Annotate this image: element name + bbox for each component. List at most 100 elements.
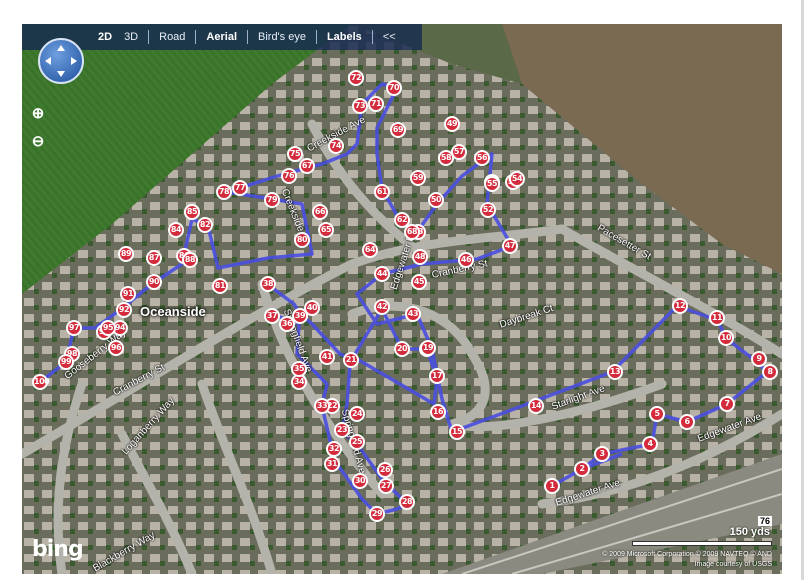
aerial-view-button[interactable]: Aerial xyxy=(200,31,243,43)
waypoint-marker[interactable]: 16 xyxy=(430,404,446,420)
waypoint-marker[interactable]: 23 xyxy=(334,422,350,438)
waypoint-marker[interactable]: 78 xyxy=(216,184,232,200)
waypoint-marker[interactable]: 40 xyxy=(304,300,320,316)
waypoint-marker[interactable]: 28 xyxy=(399,494,415,510)
waypoint-marker[interactable]: 59 xyxy=(410,170,426,186)
waypoint-marker[interactable]: 12 xyxy=(672,298,688,314)
waypoint-marker[interactable]: 29 xyxy=(369,506,385,522)
waypoint-marker[interactable]: 14 xyxy=(528,398,544,414)
waypoint-marker[interactable]: 99 xyxy=(58,354,74,370)
waypoint-marker[interactable]: 15 xyxy=(449,424,465,440)
waypoint-marker[interactable]: 50 xyxy=(428,192,444,208)
waypoint-marker[interactable]: 6 xyxy=(679,414,695,430)
collapse-toolbar-button[interactable]: << xyxy=(377,31,402,43)
waypoint-marker[interactable]: 92 xyxy=(116,302,132,318)
waypoint-marker[interactable]: 41 xyxy=(319,349,335,365)
waypoint-marker[interactable]: 90 xyxy=(146,274,162,290)
waypoint-marker[interactable]: 32 xyxy=(326,441,342,457)
scale-bar: 76 150 yds xyxy=(632,516,772,546)
waypoint-marker[interactable]: 37 xyxy=(264,308,280,324)
waypoint-marker[interactable]: 66 xyxy=(312,204,328,220)
waypoint-marker[interactable]: 79 xyxy=(264,192,280,208)
pan-control[interactable] xyxy=(38,38,84,84)
waypoint-marker[interactable]: 24 xyxy=(349,406,365,422)
waypoint-marker[interactable]: 35 xyxy=(291,361,307,377)
waypoint-marker[interactable]: 49 xyxy=(444,116,460,132)
waypoint-marker[interactable]: 13 xyxy=(607,364,623,380)
labels-toggle[interactable]: Labels xyxy=(321,31,368,43)
waypoint-marker[interactable]: 65 xyxy=(318,222,334,238)
waypoint-marker[interactable]: 81 xyxy=(212,278,228,294)
waypoint-marker[interactable]: 100 xyxy=(32,374,50,390)
waypoint-marker[interactable]: 3 xyxy=(594,446,610,462)
waypoint-marker[interactable]: 11 xyxy=(709,310,725,326)
waypoint-marker[interactable]: 38 xyxy=(260,276,276,292)
mode-2d-button[interactable]: 2D xyxy=(92,31,118,43)
waypoint-marker[interactable]: 84 xyxy=(168,222,184,238)
pan-arrows-icon xyxy=(45,45,77,77)
waypoint-marker[interactable]: 31 xyxy=(324,456,340,472)
waypoint-marker[interactable]: 61 xyxy=(374,184,390,200)
waypoint-marker[interactable]: 1 xyxy=(544,478,560,494)
waypoint-marker[interactable]: 97 xyxy=(66,320,82,336)
waypoint-marker[interactable]: 69 xyxy=(390,122,406,138)
waypoint-marker[interactable]: 70 xyxy=(386,80,402,96)
waypoint-marker[interactable]: 95 xyxy=(100,320,116,336)
waypoint-marker[interactable]: 9 xyxy=(751,351,767,367)
waypoint-marker[interactable]: 33 xyxy=(314,398,330,414)
waypoint-marker[interactable]: 30 xyxy=(352,473,368,489)
toolbar-divider xyxy=(148,30,150,44)
mode-3d-button[interactable]: 3D xyxy=(118,31,144,43)
waypoint-marker[interactable]: 74 xyxy=(328,138,344,154)
waypoint-marker[interactable]: 21 xyxy=(343,352,359,368)
waypoint-marker[interactable]: 2 xyxy=(574,461,590,477)
road-view-button[interactable]: Road xyxy=(153,31,191,43)
waypoint-marker[interactable]: 17 xyxy=(429,368,445,384)
waypoint-marker[interactable]: 72 xyxy=(348,70,364,86)
waypoint-marker[interactable]: 8 xyxy=(762,364,778,380)
waypoint-marker[interactable]: 77 xyxy=(232,180,248,196)
waypoint-marker[interactable]: 4 xyxy=(642,436,658,452)
waypoint-marker[interactable]: 10 xyxy=(718,330,734,346)
waypoint-marker[interactable]: 47 xyxy=(502,238,518,254)
birds-eye-button[interactable]: Bird's eye xyxy=(252,31,312,43)
waypoint-marker[interactable]: 73 xyxy=(352,98,368,114)
waypoint-marker[interactable]: 42 xyxy=(374,299,390,315)
aerial-map[interactable]: 2D 3D Road Aerial Bird's eye Labels << ⊕… xyxy=(22,24,782,574)
waypoint-marker[interactable]: 55 xyxy=(484,176,500,192)
waypoint-marker[interactable]: 80 xyxy=(294,232,310,248)
waypoint-marker[interactable]: 20 xyxy=(394,341,410,357)
waypoint-marker[interactable]: 76 xyxy=(281,168,297,184)
waypoint-marker[interactable]: 68 xyxy=(404,224,420,240)
waypoint-marker[interactable]: 89 xyxy=(118,246,134,262)
waypoint-marker[interactable]: 58 xyxy=(438,150,454,166)
waypoint-marker[interactable]: 19 xyxy=(420,340,436,356)
zoom-in-icon[interactable]: ⊕ xyxy=(28,104,48,124)
waypoint-marker[interactable]: 48 xyxy=(412,249,428,265)
zoom-out-icon[interactable]: ⊖ xyxy=(28,132,48,152)
waypoint-marker[interactable]: 96 xyxy=(108,340,124,356)
waypoint-marker[interactable]: 26 xyxy=(377,462,393,478)
waypoint-marker[interactable]: 7 xyxy=(719,396,735,412)
waypoint-marker[interactable]: 44 xyxy=(374,266,390,282)
scale-line xyxy=(632,541,772,546)
waypoint-marker[interactable]: 82 xyxy=(197,217,213,233)
waypoint-marker[interactable]: 75 xyxy=(287,146,303,162)
waypoint-marker[interactable]: 52 xyxy=(480,202,496,218)
waypoint-marker[interactable]: 88 xyxy=(182,252,198,268)
waypoint-marker[interactable]: 87 xyxy=(146,250,162,266)
waypoint-marker[interactable]: 5 xyxy=(649,406,665,422)
waypoint-marker[interactable]: 56 xyxy=(474,150,490,166)
waypoint-marker[interactable]: 43 xyxy=(405,306,421,322)
waypoint-marker[interactable]: 25 xyxy=(349,434,365,450)
waypoint-marker[interactable]: 27 xyxy=(378,478,394,494)
waypoint-marker[interactable]: 67 xyxy=(299,158,315,174)
waypoint-marker[interactable]: 64 xyxy=(362,242,378,258)
waypoint-marker[interactable]: 91 xyxy=(120,286,136,302)
aerial-imagery xyxy=(22,24,782,574)
waypoint-marker[interactable]: 45 xyxy=(411,274,427,290)
waypoint-marker[interactable]: 46 xyxy=(458,252,474,268)
waypoint-marker[interactable]: 54 xyxy=(509,171,525,187)
waypoint-marker[interactable]: 71 xyxy=(368,96,384,112)
waypoint-marker[interactable]: 85 xyxy=(184,204,200,220)
